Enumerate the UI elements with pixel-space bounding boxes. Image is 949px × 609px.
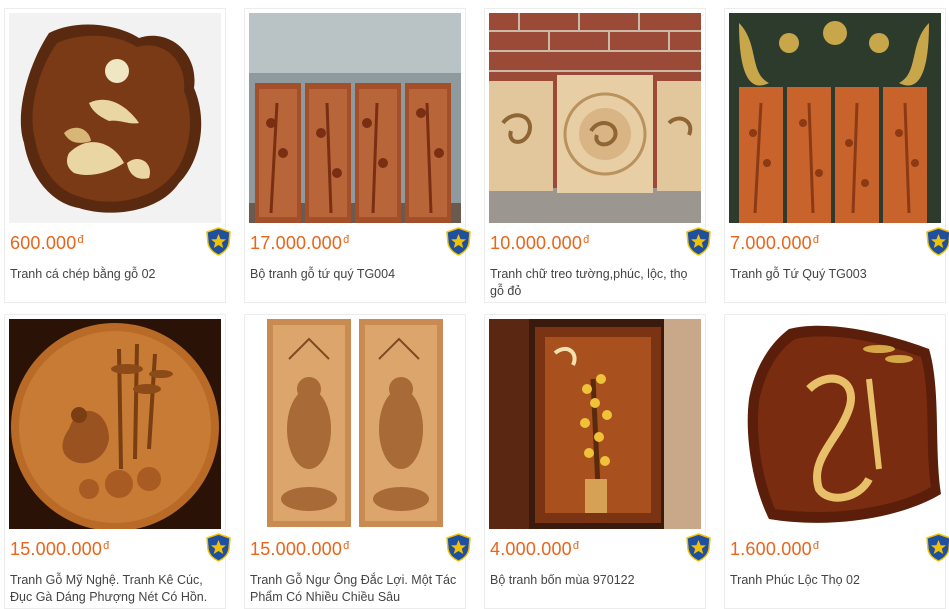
product-title[interactable]: Bộ tranh bốn mùa 970122 bbox=[490, 572, 698, 589]
product-price: 15.000.000đ bbox=[10, 539, 110, 559]
product-title[interactable]: Tranh gỗ Tứ Quý TG003 bbox=[730, 266, 938, 283]
product-card[interactable]: 15.000.000đ Tranh Gỗ Mỹ Nghệ. Tranh Kê C… bbox=[4, 314, 231, 609]
product-price: 4.000.000đ bbox=[490, 539, 580, 559]
product-image-carp-wood-panel[interactable] bbox=[9, 13, 221, 223]
product-price: 10.000.000đ bbox=[490, 233, 590, 253]
product-title[interactable]: Tranh Gỗ Mỹ Nghệ. Tranh Kê Cúc, Đục Gà D… bbox=[10, 572, 218, 606]
product-image-four-seasons-panels[interactable] bbox=[249, 13, 461, 223]
product-image-four-seasons-970122[interactable] bbox=[489, 319, 701, 529]
star-shield-icon bbox=[925, 227, 949, 256]
product-price: 1.600.000đ bbox=[730, 539, 820, 559]
star-shield-icon bbox=[445, 533, 472, 562]
product-image-rooster-round-carving[interactable] bbox=[9, 319, 221, 529]
product-card[interactable]: 7.000.000đ Tranh gỗ Tứ Quý TG003 bbox=[724, 8, 949, 303]
product-image-phuc-loc-tho-slab[interactable] bbox=[729, 319, 941, 529]
star-shield-icon bbox=[925, 533, 949, 562]
product-card[interactable]: 17.000.000đ Bộ tranh gỗ tứ quý TG004 bbox=[244, 8, 471, 303]
product-title[interactable]: Tranh Gỗ Ngư Ông Đắc Lợi. Một Tác Phẩm C… bbox=[250, 572, 458, 606]
star-shield-icon bbox=[445, 227, 472, 256]
product-card[interactable]: 4.000.000đ Bộ tranh bốn mùa 970122 bbox=[484, 314, 711, 609]
product-card[interactable]: 1.600.000đ Tranh Phúc Lộc Thọ 02 bbox=[724, 314, 949, 609]
product-price: 17.000.000đ bbox=[250, 233, 350, 253]
product-price: 7.000.000đ bbox=[730, 233, 820, 253]
product-title[interactable]: Tranh Phúc Lộc Thọ 02 bbox=[730, 572, 938, 589]
star-shield-icon bbox=[685, 227, 712, 256]
product-title[interactable]: Bộ tranh gỗ tứ quý TG004 bbox=[250, 266, 458, 283]
product-card[interactable]: 600.000đ Tranh cá chép bằng gỗ 02 bbox=[4, 8, 231, 303]
product-title[interactable]: Tranh cá chép bằng gỗ 02 bbox=[10, 266, 218, 283]
product-image-calligraphy-wall-panels[interactable] bbox=[489, 13, 701, 223]
star-shield-icon bbox=[685, 533, 712, 562]
star-shield-icon bbox=[205, 227, 232, 256]
product-title[interactable]: Tranh chữ treo tường,phúc, lộc, thọ gỗ đ… bbox=[490, 266, 698, 300]
star-shield-icon bbox=[205, 533, 232, 562]
product-price: 15.000.000đ bbox=[250, 539, 350, 559]
product-card[interactable]: 15.000.000đ Tranh Gỗ Ngư Ông Đắc Lợi. Mộ… bbox=[244, 314, 471, 609]
product-price: 600.000đ bbox=[10, 233, 84, 253]
product-card[interactable]: 10.000.000đ Tranh chữ treo tường,phúc, l… bbox=[484, 8, 711, 303]
product-image-four-seasons-tg003[interactable] bbox=[729, 13, 941, 223]
product-image-fisherman-panels[interactable] bbox=[249, 319, 461, 529]
